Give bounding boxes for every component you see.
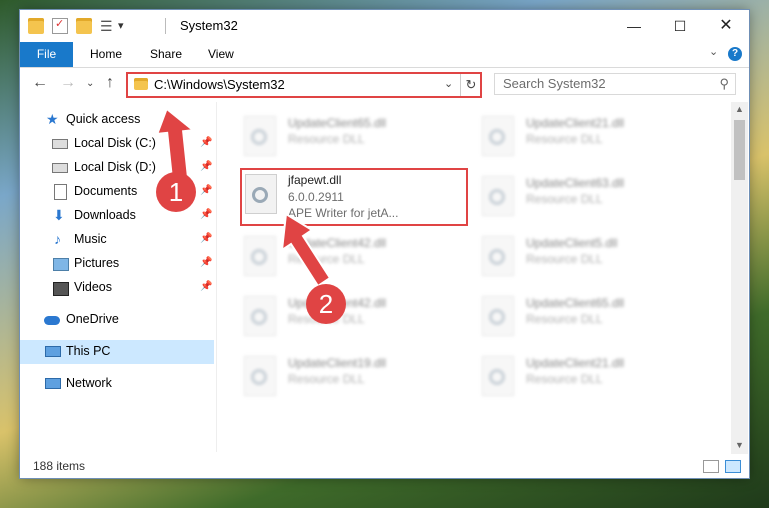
step-2-badge: 2 [306, 284, 346, 324]
step-1-badge: 1 [156, 172, 196, 212]
arrow-2 [280, 212, 332, 288]
annotation-arrows [155, 107, 332, 288]
arrow-1 [155, 107, 196, 182]
